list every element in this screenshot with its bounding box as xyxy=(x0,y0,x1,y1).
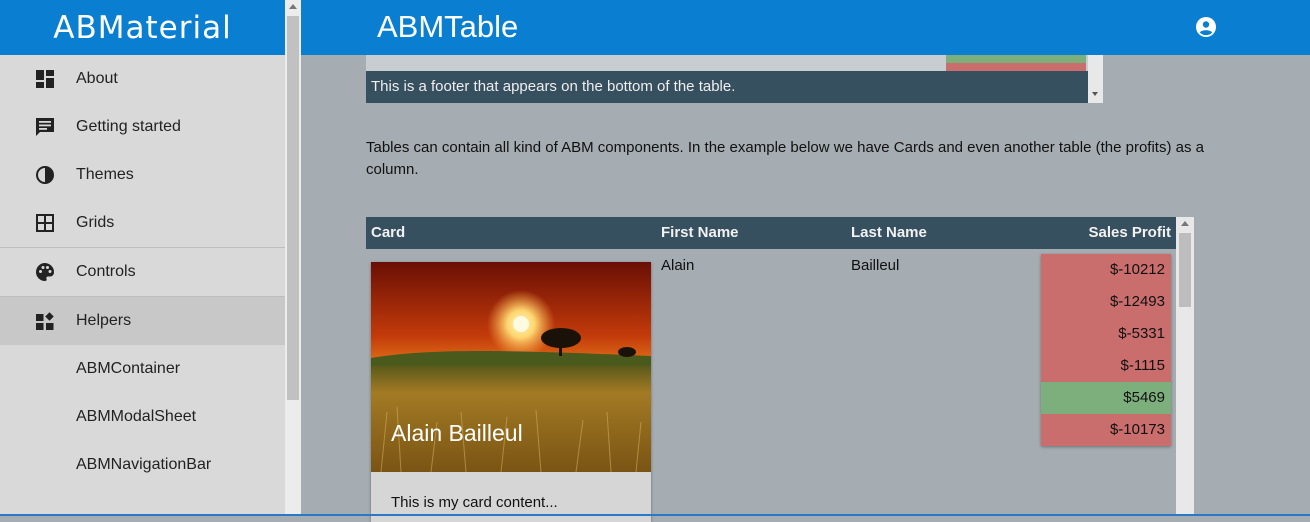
table-scrollbar[interactable] xyxy=(1088,55,1103,103)
grid-icon xyxy=(36,214,54,232)
sidebar-item-abmcontainer[interactable]: ABMContainer xyxy=(0,345,285,393)
profit-cell: $-12493 xyxy=(1041,286,1171,318)
sidebar-item-themes[interactable]: Themes xyxy=(0,151,285,199)
main-content: This is a footer that appears on the bot… xyxy=(301,55,1310,522)
sidebar: ABMaterial About Getting started Themes … xyxy=(0,0,285,516)
table-scrollbar[interactable] xyxy=(1176,217,1194,516)
column-header-card[interactable]: Card xyxy=(371,224,405,241)
profit-cell: $-10212 xyxy=(1041,254,1171,286)
sidebar-item-label: Getting started xyxy=(76,118,181,135)
card-content: This is my card content... xyxy=(391,494,558,511)
sidebar-item-label: ABMNavigationBar xyxy=(76,456,212,473)
table-row: Alain Bailleul This is my card content..… xyxy=(366,249,1176,522)
table-header: Card First Name Last Name Sales Profit xyxy=(366,217,1176,249)
profile-card[interactable]: Alain Bailleul This is my card content..… xyxy=(371,262,651,522)
scrollbar-thumb[interactable] xyxy=(1179,233,1191,307)
sidebar-item-label: Helpers xyxy=(76,312,132,329)
sidebar-item-getting-started[interactable]: Getting started xyxy=(0,103,285,151)
sidebar-item-label: ABMContainer xyxy=(76,360,181,377)
sidebar-item-label: About xyxy=(76,70,118,87)
sidebar-item-helpers[interactable]: Helpers xyxy=(0,296,285,345)
column-header-sales-profit[interactable]: Sales Profit xyxy=(1088,224,1171,241)
profit-cell: $-10173 xyxy=(1041,414,1171,446)
profits-subtable: $-10212 $-12493 $-5331 $-1115 $5469 $-10173 xyxy=(1041,254,1171,446)
scroll-down-arrow-icon[interactable] xyxy=(1092,92,1098,96)
page-title: ABMTable xyxy=(377,9,519,44)
sidebar-item-label: Controls xyxy=(76,263,136,280)
table-footer: This is a footer that appears on the bot… xyxy=(366,71,1088,103)
card-title: Alain Bailleul xyxy=(391,420,523,446)
components-table: Card First Name Last Name Sales Profit A… xyxy=(366,217,1194,522)
sidebar-item-label: Themes xyxy=(76,166,134,183)
sidebar-item-abmmodalsheet[interactable]: ABMModalSheet xyxy=(0,393,285,441)
profit-negative-cell xyxy=(946,63,1086,71)
widgets-icon xyxy=(36,312,54,330)
chat-icon xyxy=(36,118,54,136)
scroll-up-arrow-icon[interactable] xyxy=(1181,221,1189,226)
account-circle-icon[interactable] xyxy=(1195,16,1217,38)
profit-cell: $5469 xyxy=(1041,382,1171,414)
sidebar-item-label: ABMModalSheet xyxy=(76,408,197,425)
sidebar-scrollbar[interactable] xyxy=(285,0,301,516)
sidebar-item-about[interactable]: About xyxy=(0,55,285,103)
palette-icon xyxy=(36,263,55,281)
top-app-bar: ABMTable xyxy=(301,0,1310,55)
contrast-icon xyxy=(36,166,54,184)
table-footer-section: This is a footer that appears on the bot… xyxy=(366,55,1103,103)
dashboard-icon xyxy=(36,70,54,88)
cell-first-name: Alain xyxy=(661,257,695,274)
scrollbar-thumb[interactable] xyxy=(287,16,299,400)
intro-text: Tables can contain all kind of ABM compo… xyxy=(366,139,1204,178)
sidebar-item-label: Grids xyxy=(76,214,115,231)
profit-cell: $-1115 xyxy=(1041,350,1171,382)
column-header-last-name[interactable]: Last Name xyxy=(851,224,927,241)
sidebar-item-controls[interactable]: Controls xyxy=(0,247,285,296)
sidebar-item-grids[interactable]: Grids xyxy=(0,199,285,247)
profit-cell: $-5331 xyxy=(1041,318,1171,350)
profit-positive-cell xyxy=(946,55,1086,63)
scroll-up-arrow-icon[interactable] xyxy=(289,4,297,9)
brand-logo[interactable]: ABMaterial xyxy=(0,0,285,55)
column-header-first-name[interactable]: First Name xyxy=(661,224,739,241)
sidebar-item-abmnavigationbar[interactable]: ABMNavigationBar xyxy=(0,441,285,489)
cell-last-name: Bailleul xyxy=(851,257,900,274)
